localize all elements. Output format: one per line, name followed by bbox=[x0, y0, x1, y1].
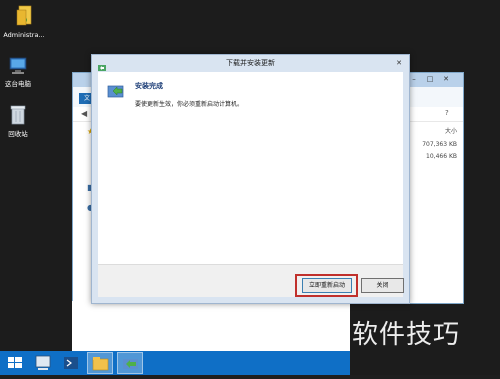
dialog-body: 安装完成 要使更新生效，你必须重新启动计算机。 立即重新启动 关闭 bbox=[98, 72, 404, 297]
dialog-close-icon[interactable]: ✕ bbox=[393, 58, 405, 68]
taskbar-windows-update[interactable] bbox=[117, 352, 143, 374]
update-dialog: 下载并安装更新 ✕ 安装完成 要使更新生效，你必须重新启动计算机。 立即重新启动… bbox=[91, 54, 410, 304]
status-message: 要使更新生效，你必须重新启动计算机。 bbox=[135, 101, 244, 108]
taskbar-file-explorer[interactable] bbox=[87, 352, 113, 374]
computer-icon bbox=[0, 56, 42, 78]
dialog-footer: 立即重新启动 关闭 bbox=[98, 264, 404, 297]
file-size-cell: 707,363 KB bbox=[422, 141, 457, 148]
server-manager-icon bbox=[35, 355, 51, 370]
start-button[interactable] bbox=[2, 352, 28, 374]
size-column-header[interactable]: 大小 bbox=[405, 126, 457, 135]
maximize-icon[interactable]: □ bbox=[425, 75, 435, 84]
desktop-icon-label: 这台电脑 bbox=[5, 80, 31, 88]
folder-icon bbox=[92, 357, 109, 371]
close-button[interactable]: 关闭 bbox=[361, 278, 404, 293]
restart-now-button[interactable]: 立即重新启动 bbox=[302, 278, 352, 293]
recycle-bin-icon bbox=[0, 104, 42, 128]
background-window-strip bbox=[72, 301, 350, 356]
windows-logo-icon bbox=[8, 357, 22, 368]
status-heading: 安装完成 bbox=[135, 82, 163, 90]
close-icon[interactable]: ✕ bbox=[441, 75, 451, 84]
minimize-icon[interactable]: – bbox=[409, 75, 419, 84]
taskbar bbox=[0, 351, 350, 375]
taskbar-powershell[interactable] bbox=[58, 352, 84, 374]
desktop-icon-recycle-bin[interactable]: 回收站 bbox=[0, 104, 42, 138]
update-status-icon bbox=[107, 84, 127, 104]
taskbar-server-manager[interactable] bbox=[30, 352, 56, 374]
windows-update-icon bbox=[123, 359, 138, 369]
watermark: 软件技巧 bbox=[352, 320, 461, 350]
help-icon[interactable]: ? bbox=[445, 109, 449, 117]
user-folder-icon bbox=[0, 5, 48, 29]
dialog-title: 下载并安装更新 bbox=[92, 55, 409, 71]
powershell-icon bbox=[64, 357, 78, 369]
desktop-icon-administrator[interactable]: Administra... bbox=[0, 5, 48, 39]
back-icon[interactable]: ◀ bbox=[81, 109, 87, 118]
desktop-icon-this-pc[interactable]: 这台电脑 bbox=[0, 56, 42, 88]
file-size-cell: 10,466 KB bbox=[426, 153, 457, 160]
desktop-icon-label: 回收站 bbox=[8, 130, 28, 138]
desktop-icon-label: Administra... bbox=[3, 31, 45, 39]
